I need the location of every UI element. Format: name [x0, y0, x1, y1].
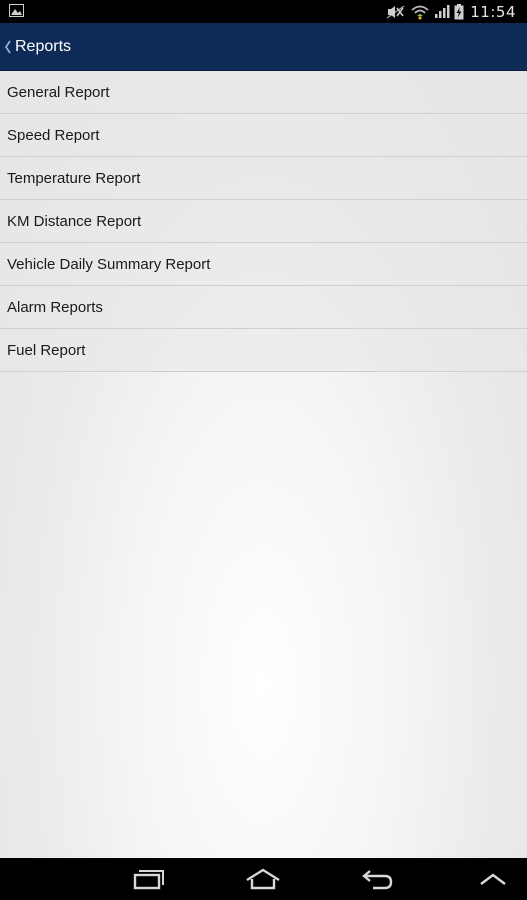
battery-charging-icon	[454, 3, 464, 19]
back-to-reports-button[interactable]: Reports	[0, 23, 79, 70]
home-button[interactable]	[232, 858, 294, 900]
report-item-alarm[interactable]: Alarm Reports	[0, 286, 527, 329]
hide-keyboard-icon	[480, 873, 506, 885]
report-list: General Report Speed Report Temperature …	[0, 71, 527, 372]
report-item-km-distance[interactable]: KM Distance Report	[0, 200, 527, 243]
status-time: 11:54	[470, 2, 516, 21]
report-item-temperature[interactable]: Temperature Report	[0, 157, 527, 200]
report-item-general[interactable]: General Report	[0, 71, 527, 114]
mute-icon	[387, 5, 405, 18]
back-chevron-icon	[5, 40, 11, 53]
action-bar: Reports	[0, 23, 527, 71]
report-item-vehicle-daily-summary[interactable]: Vehicle Daily Summary Report	[0, 243, 527, 286]
reports-content: General Report Speed Report Temperature …	[0, 71, 527, 858]
recent-apps-button[interactable]	[118, 858, 180, 900]
back-icon	[362, 870, 393, 890]
back-button[interactable]	[346, 858, 408, 900]
hide-keyboard-button[interactable]	[468, 858, 518, 900]
gallery-notification-icon	[9, 4, 24, 17]
recent-apps-icon	[133, 870, 164, 890]
page-title: Reports	[15, 37, 72, 55]
navigation-bar	[0, 858, 527, 900]
report-item-fuel[interactable]: Fuel Report	[0, 329, 527, 372]
wifi-icon	[411, 5, 429, 19]
status-bar: 11:54	[0, 0, 527, 23]
report-item-speed[interactable]: Speed Report	[0, 114, 527, 157]
home-icon	[246, 868, 280, 890]
signal-icon	[435, 5, 450, 18]
